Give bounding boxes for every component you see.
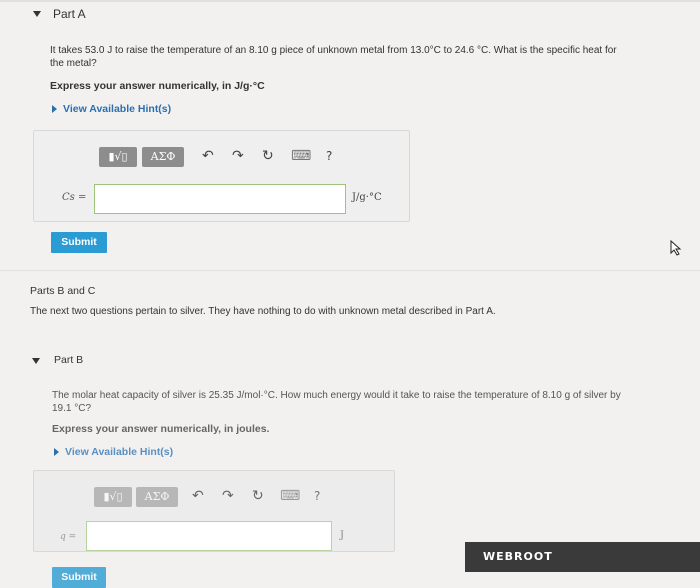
help-b-icon[interactable]: ?: [314, 489, 320, 503]
redo-b-icon[interactable]: ↷: [222, 489, 234, 503]
keyboard-b-icon[interactable]: ⌨: [280, 489, 300, 503]
answer-b-unit: J: [340, 530, 345, 541]
top-border: [0, 0, 700, 2]
collapse-part-b-icon[interactable]: [32, 358, 40, 364]
part-a-answer-editor: ▮√▯ ΑΣΦ ↶ ↷ ↻ ⌨ ? Cs = J/g·°C: [33, 130, 410, 222]
answer-label: Cs =: [62, 192, 87, 203]
templates-button[interactable]: ▮√▯: [99, 147, 137, 167]
parts-bc-description: The next two questions pertain to silver…: [30, 306, 496, 317]
part-a-title: Part A: [53, 7, 86, 21]
part-b-answer-editor: ▮√▯ ΑΣΦ ↶ ↷ ↻ ⌨ ? q = J: [33, 470, 395, 552]
undo-icon[interactable]: ↶: [202, 149, 214, 163]
answer-b-label: q =: [60, 532, 77, 542]
hints-b-label: View Available Hint(s): [65, 446, 174, 458]
redo-icon[interactable]: ↷: [232, 149, 244, 163]
part-a-question: It takes 53.0 J to raise the temperature…: [50, 44, 690, 70]
webroot-notification[interactable]: WEBROOT: [465, 542, 700, 572]
expand-hints-icon: [52, 105, 57, 113]
keyboard-icon[interactable]: ⌨: [291, 149, 311, 163]
energy-input[interactable]: [86, 521, 332, 551]
part-a-question-line1: It takes 53.0 J to raise the temperature…: [50, 45, 617, 56]
part-a-instruction: Express your answer numerically, in J/g·…: [50, 80, 265, 92]
symbols-button[interactable]: ΑΣΦ: [142, 147, 184, 167]
answer-unit: J/g·°C: [352, 192, 382, 203]
undo-b-icon[interactable]: ↶: [192, 489, 204, 503]
templates-b-button[interactable]: ▮√▯: [94, 487, 132, 507]
part-b-submit-button[interactable]: Submit: [52, 567, 106, 588]
section-divider: [0, 270, 700, 271]
part-b-instruction: Express your answer numerically, in joul…: [52, 423, 270, 435]
part-b-question-line1: The molar heat capacity of silver is 25.…: [52, 390, 621, 401]
mouse-cursor-icon: [670, 240, 682, 256]
reset-b-icon[interactable]: ↻: [252, 489, 264, 503]
expand-hints-b-icon: [54, 448, 59, 456]
part-b-question: The molar heat capacity of silver is 25.…: [52, 389, 692, 415]
collapse-part-a-icon[interactable]: [33, 11, 41, 17]
hints-label: View Available Hint(s): [63, 103, 172, 115]
symbols-b-button[interactable]: ΑΣΦ: [136, 487, 178, 507]
part-b-title: Part B: [54, 354, 84, 366]
reset-icon[interactable]: ↻: [262, 149, 274, 163]
parts-bc-heading: Parts B and C: [30, 285, 96, 297]
part-b-question-line2: 19.1 °C?: [52, 403, 92, 414]
part-a-submit-button[interactable]: Submit: [51, 232, 107, 253]
help-icon[interactable]: ?: [326, 149, 332, 163]
specific-heat-input[interactable]: [94, 184, 346, 214]
part-a-question-line2: the metal?: [50, 58, 97, 69]
